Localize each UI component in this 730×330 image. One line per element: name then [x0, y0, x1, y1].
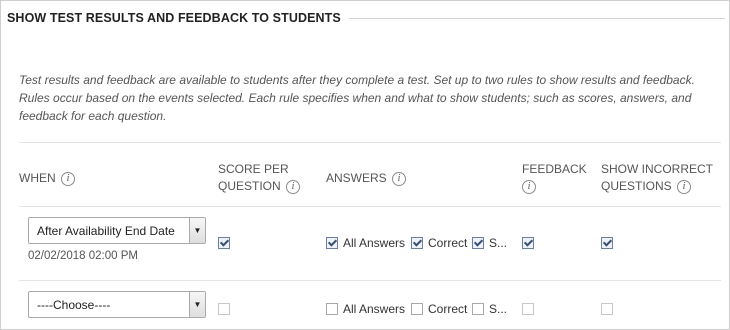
column-header-feedback: FEEDBACK i	[522, 162, 587, 194]
options-panel: SHOW TEST RESULTS AND FEEDBACK TO STUDEN…	[0, 0, 730, 330]
rule-1-feedback-checkbox[interactable]	[522, 237, 534, 249]
divider	[19, 142, 721, 143]
column-header-show-incorrect-questions: SHOW INCORRECT QUESTIONS i	[601, 162, 713, 194]
help-info-icon[interactable]: i	[392, 171, 407, 186]
section-header: SHOW TEST RESULTS AND FEEDBACK TO STUDEN…	[7, 8, 725, 28]
rule-1-when-select[interactable]: After Availability End Date ▼	[28, 217, 206, 244]
section-divider	[348, 17, 725, 19]
rule-2-when-select[interactable]: ----Choose---- ▼	[28, 291, 206, 318]
help-info-icon[interactable]: i	[286, 179, 301, 194]
rule-1-submitted-checkbox[interactable]	[472, 237, 484, 249]
rule-2-feedback-checkbox[interactable]	[522, 303, 534, 315]
rule-1-all-answers-label[interactable]: All Answers	[343, 236, 405, 250]
rule-2-submitted-label[interactable]: S...	[489, 302, 507, 316]
rule-2-all-answers-label[interactable]: All Answers	[343, 302, 405, 316]
column-header-score-per-question: SCORE PER QUESTION i	[218, 161, 301, 195]
divider	[19, 206, 721, 207]
rule-1-correct-label[interactable]: Correct	[428, 236, 467, 250]
dropdown-arrow-icon[interactable]: ▼	[189, 292, 205, 317]
intro-line-2: Rules occur based on the events selected…	[19, 91, 692, 105]
select-value: ----Choose----	[37, 297, 111, 312]
rule-2-score-per-question-checkbox[interactable]	[218, 303, 230, 315]
intro-line-1: Test results and feedback are available …	[19, 73, 695, 87]
rule-2-correct-label[interactable]: Correct	[428, 302, 467, 316]
intro-line-3: feedback for each question.	[19, 109, 167, 123]
select-value: After Availability End Date	[37, 223, 175, 238]
rule-1-submitted-label[interactable]: S...	[489, 236, 507, 250]
help-info-icon[interactable]: i	[522, 179, 536, 194]
divider	[19, 280, 721, 281]
help-info-icon[interactable]: i	[677, 179, 692, 194]
column-header-answers: ANSWERS i	[326, 170, 407, 187]
rule-1-score-per-question-checkbox[interactable]	[218, 237, 230, 249]
intro-text: Test results and feedback are available …	[19, 71, 719, 125]
rule-1-all-answers-checkbox[interactable]	[326, 237, 338, 249]
rule-2-submitted-checkbox[interactable]	[472, 303, 484, 315]
column-header-when: WHEN i	[19, 170, 76, 187]
rule-1-date: 02/02/2018 02:00 PM	[28, 250, 138, 262]
rule-2-show-incorrect-checkbox[interactable]	[601, 303, 613, 315]
rule-1-show-incorrect-checkbox[interactable]	[601, 237, 613, 249]
dropdown-arrow-icon[interactable]: ▼	[189, 218, 205, 243]
help-info-icon[interactable]: i	[61, 171, 76, 186]
rule-2-all-answers-checkbox[interactable]	[326, 303, 338, 315]
rule-2-correct-checkbox[interactable]	[411, 303, 423, 315]
section-title: SHOW TEST RESULTS AND FEEDBACK TO STUDEN…	[7, 11, 341, 25]
rule-1-correct-checkbox[interactable]	[411, 237, 423, 249]
